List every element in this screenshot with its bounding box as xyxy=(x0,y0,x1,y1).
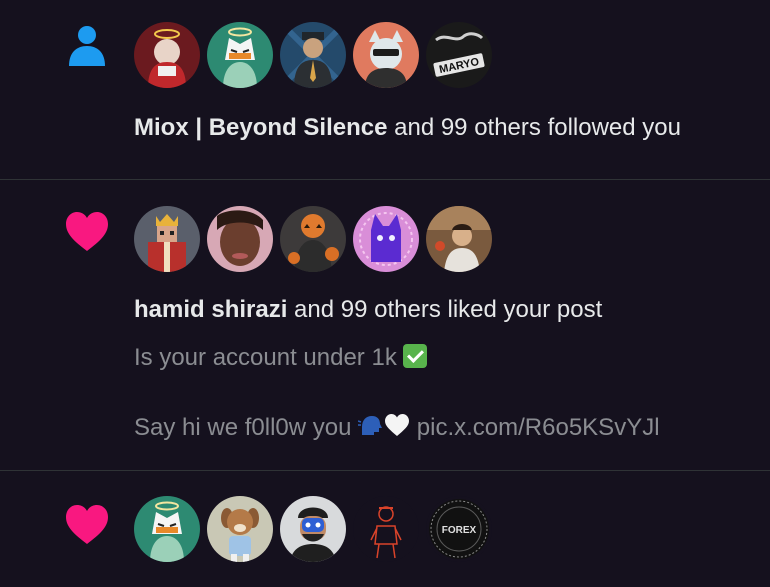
post-link[interactable]: pic.x.com/R6o5KSvYJl xyxy=(410,414,660,441)
post-text-1: Is your account under 1k xyxy=(134,344,404,371)
forex-logo-avatar[interactable]: FOREX xyxy=(426,496,492,562)
white-heart-icon xyxy=(385,414,410,436)
heart-icon xyxy=(66,212,108,251)
liker-avatars xyxy=(134,206,492,272)
post-text-2: Say hi we f0ll0w you xyxy=(134,414,359,441)
follower-avatars: MARYO xyxy=(134,22,492,88)
forex-logo-text: FOREX xyxy=(442,525,477,536)
woman-selfie-avatar[interactable] xyxy=(207,206,273,272)
pixel-king-avatar[interactable] xyxy=(134,206,200,272)
like-notification[interactable]: FOREX xyxy=(0,471,770,587)
santa-character-avatar[interactable] xyxy=(134,22,200,88)
heart-icon xyxy=(66,505,108,544)
follow-summary-rest: and 99 others followed you xyxy=(387,114,681,141)
speaking-head-icon xyxy=(358,416,383,435)
cat-sunglasses-avatar[interactable] xyxy=(353,22,419,88)
check-mark-icon xyxy=(403,344,428,368)
post-preview-line-2: Say hi we f0ll0w you pic.x.com/R6o5KSvYJ… xyxy=(134,413,660,443)
pumpkin-girl-avatar[interactable] xyxy=(280,206,346,272)
tiger-helmet-avatar[interactable] xyxy=(134,496,200,562)
follow-notification[interactable]: MARYO Miox | Beyond Silence and 99 other… xyxy=(0,0,770,180)
soldier-portrait-avatar[interactable] xyxy=(280,22,346,88)
actor-name[interactable]: Miox | Beyond Silence xyxy=(134,114,387,141)
like-summary-text: hamid shirazi and 99 others liked your p… xyxy=(134,295,602,325)
tiger-helmet-avatar[interactable] xyxy=(207,22,273,88)
like-notification[interactable]: hamid shirazi and 99 others liked your p… xyxy=(0,180,770,471)
actor-name[interactable]: hamid shirazi xyxy=(134,296,287,323)
follow-summary-text: Miox | Beyond Silence and 99 others foll… xyxy=(134,113,681,143)
sketch-figure-avatar[interactable] xyxy=(353,496,419,562)
person-icon xyxy=(69,26,105,66)
liker-avatars: FOREX xyxy=(134,496,492,562)
maryo-logo-avatar[interactable]: MARYO xyxy=(426,22,492,88)
man-photo-avatar[interactable] xyxy=(426,206,492,272)
cartoon-dog-avatar[interactable] xyxy=(207,496,273,562)
post-preview-line-1: Is your account under 1k xyxy=(134,343,428,373)
masked-man-avatar[interactable] xyxy=(280,496,346,562)
like-summary-rest: and 99 others liked your post xyxy=(287,296,603,323)
purple-cat-avatar[interactable] xyxy=(353,206,419,272)
